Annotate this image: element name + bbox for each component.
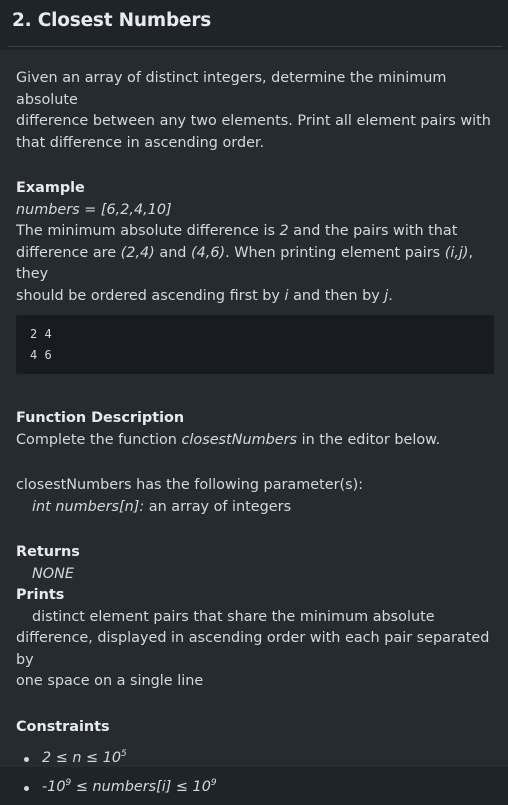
description-line-3: that difference in ascending order.	[16, 134, 265, 151]
function-description-text: Complete the function closestNumbers in …	[16, 430, 500, 452]
text-span: . When printing element pairs	[225, 244, 445, 261]
numbers-value: = [6,2,4,10]	[79, 201, 172, 218]
params-intro: closestNumbers has the following paramet…	[16, 477, 364, 493]
param-line: int numbers[n]: an array of integers	[16, 497, 500, 519]
text-span: difference are	[16, 244, 121, 261]
prints-line-3: one space on a single line	[16, 673, 204, 689]
header-divider	[8, 46, 502, 47]
text-span: Complete the function	[16, 431, 182, 448]
prints-line-2: difference, displayed in ascending order…	[16, 630, 490, 668]
pair-ij: (i,j)	[444, 244, 469, 261]
pair-2-4: (2,4)	[120, 244, 155, 261]
constraint-text: ≤ numbers[i] ≤ 10	[71, 778, 211, 795]
numbers-label: numbers	[16, 201, 80, 218]
text-span: in the editor below.	[297, 431, 441, 448]
constraints-list: 2 ≤ n ≤ 105 -109 ≤ numbers[i] ≤ 109	[16, 748, 500, 798]
function-description-heading: Function Description	[16, 410, 185, 426]
page-title: 2. Closest Numbers	[12, 10, 212, 31]
description-line-2: difference between any two elements. Pri…	[16, 113, 491, 129]
exponent: 9	[210, 777, 217, 788]
returns-heading: Returns	[16, 544, 80, 560]
prints-heading: Prints	[16, 587, 65, 603]
constraint-text: -10	[42, 778, 66, 795]
text-span: and then by	[288, 287, 385, 304]
example-heading: Example	[16, 180, 85, 196]
bullet-icon	[24, 785, 29, 791]
text-span: should be ordered ascending first by	[16, 287, 285, 304]
output-line-2: 4 6	[30, 348, 52, 362]
example-sentence-line-2: difference are (2,4) and (4,6). When pri…	[16, 243, 500, 286]
min-diff-value: 2	[279, 223, 289, 239]
returns-value: NONE	[32, 565, 74, 582]
constraints-heading: Constraints	[16, 718, 110, 735]
exponent: 5	[121, 749, 127, 760]
param-description: an array of integers	[144, 498, 292, 515]
output-line-1: 2 4	[30, 327, 52, 341]
example-output-block: 2 4 4 6	[16, 315, 494, 374]
example-sentence-line-1: The minimum absolute difference is 2 and…	[16, 221, 500, 243]
problem-content: Given an array of distinct integers, det…	[16, 68, 500, 805]
prints-line-1: distinct element pairs that share the mi…	[32, 608, 435, 625]
pair-4-6: (4,6)	[191, 244, 226, 261]
constraint-text: 2 ≤ n ≤ 10	[42, 750, 122, 766]
text-span: .	[388, 287, 393, 304]
example-numbers: numbers = [6,2,4,10]	[16, 200, 500, 222]
example-sentence-line-3: should be ordered ascending first by i a…	[16, 286, 500, 308]
text-span: and	[154, 244, 192, 261]
text-span: The minimum absolute difference is	[16, 223, 280, 239]
constraint-n-range: 2 ≤ n ≤ 105	[16, 748, 500, 770]
text-span: and the pairs with that	[288, 223, 458, 239]
function-name: closestNumbers	[181, 431, 297, 448]
description-line-1: Given an array of distinct integers, det…	[16, 70, 447, 108]
problem-header: 2. Closest Numbers	[0, 0, 508, 40]
param-name: int numbers[n]:	[32, 498, 145, 515]
bullet-icon	[24, 757, 29, 762]
constraint-numbers-range: -109 ≤ numbers[i] ≤ 109	[16, 777, 500, 799]
